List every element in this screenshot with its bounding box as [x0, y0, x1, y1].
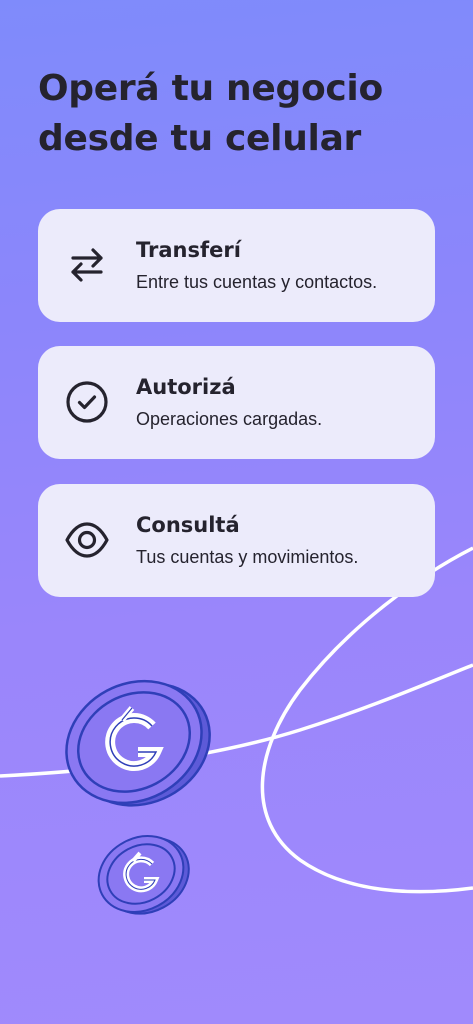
eye-icon: [64, 517, 110, 563]
feature-description: Entre tus cuentas y contactos.: [136, 272, 378, 292]
feature-card-authorize[interactable]: Autorizá Operaciones cargadas.: [38, 346, 435, 459]
page-title: Operá tu negocio desde tu celular: [38, 64, 458, 164]
page-title-line-1: Operá tu negocio: [38, 68, 383, 109]
feature-title: Consultá: [136, 513, 240, 537]
decorative-curve-line: [0, 663, 473, 778]
feature-title: Autorizá: [136, 375, 236, 399]
check-circle-icon: [64, 379, 110, 425]
feature-description: Tus cuentas y movimientos.: [136, 547, 359, 567]
feature-description: Operaciones cargadas.: [136, 409, 323, 429]
decorative-loop-line: [260, 546, 473, 894]
large-coin-icon: [65, 679, 211, 807]
transfer-arrows-icon: [64, 242, 110, 288]
feature-card-consult[interactable]: Consultá Tus cuentas y movimientos.: [38, 484, 435, 597]
page-title-line-2: desde tu celular: [38, 118, 362, 159]
feature-title: Transferí: [136, 238, 241, 262]
small-coin-icon: [97, 835, 190, 915]
feature-card-transfer[interactable]: Transferí Entre tus cuentas y contactos.: [38, 209, 435, 322]
